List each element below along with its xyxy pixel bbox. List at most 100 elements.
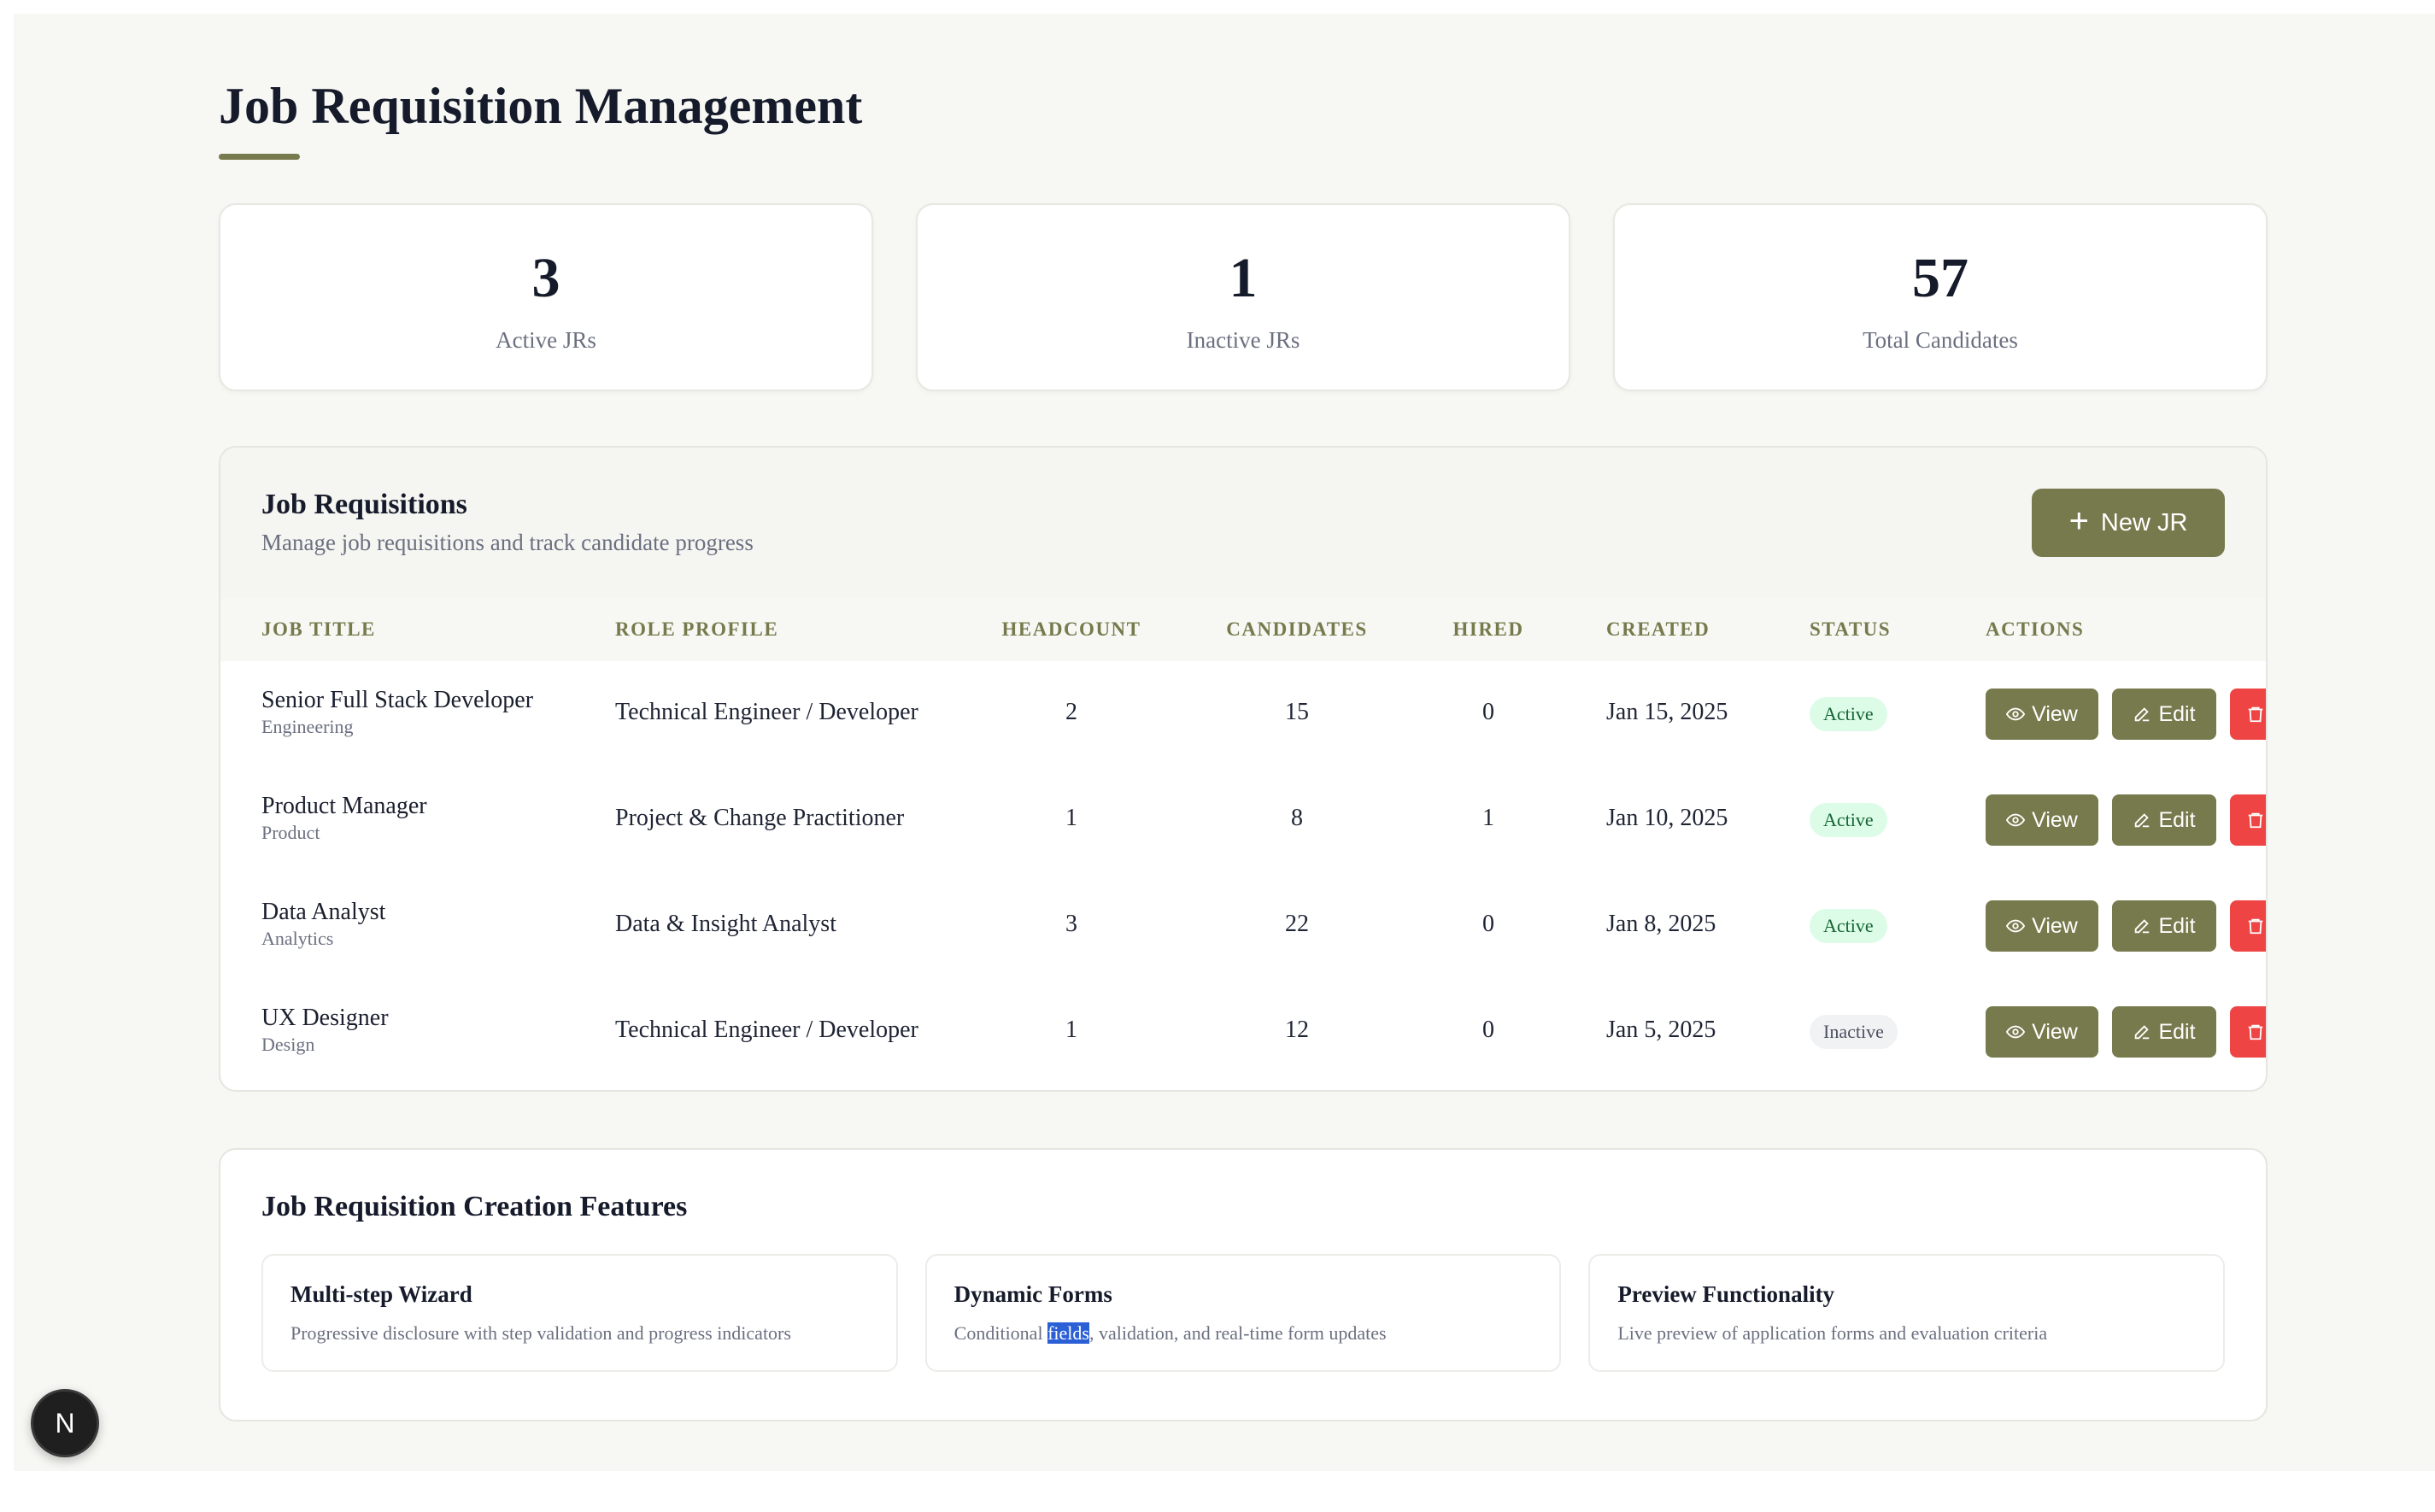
- pencil-icon: [2133, 917, 2151, 935]
- feature-description: Conditional fields, validation, and real…: [954, 1322, 1387, 1345]
- feature-name: Preview Functionality: [1617, 1281, 1835, 1307]
- edit-label: Edit: [2158, 807, 2196, 832]
- job-title-cell: Data Analyst Analytics: [261, 899, 385, 950]
- stat-card-candidates: 57 Total Candidates: [1613, 203, 2268, 391]
- pencil-icon: [2133, 1023, 2151, 1041]
- role-profile: Project & Change Practitioner: [615, 805, 905, 831]
- view-button[interactable]: View: [1986, 689, 2098, 740]
- column-header: STATUS: [1810, 618, 1892, 640]
- column-header: ACTIONS: [1986, 618, 2085, 640]
- delete-button[interactable]: [2230, 794, 2266, 846]
- candidates-count: 12: [1285, 1017, 1309, 1043]
- candidates-count: 8: [1291, 805, 1303, 831]
- role-profile: Data & Insight Analyst: [615, 911, 836, 937]
- view-label: View: [2032, 913, 2078, 938]
- view-button[interactable]: View: [1986, 1006, 2098, 1058]
- created-date: Jan 10, 2025: [1606, 805, 1728, 831]
- column-header: HIRED: [1452, 618, 1524, 640]
- view-label: View: [2032, 1019, 2078, 1044]
- delete-button[interactable]: [2230, 1006, 2266, 1058]
- edit-label: Edit: [2158, 701, 2196, 726]
- job-requisitions-panel: Job Requisitions Manage job requisitions…: [219, 446, 2268, 1092]
- eye-icon: [2006, 811, 2026, 829]
- candidates-count: 22: [1285, 911, 1309, 937]
- created-date: Jan 8, 2025: [1606, 911, 1716, 937]
- column-header: ROLE PROFILE: [615, 618, 779, 640]
- status-badge: Inactive: [1810, 1015, 1898, 1049]
- candidates-count: 15: [1285, 699, 1309, 725]
- job-title-cell: Product Manager Product: [261, 793, 427, 844]
- stat-label: Inactive JRs: [1186, 326, 1300, 353]
- eye-icon: [2006, 705, 2026, 724]
- job-department: Design: [261, 1034, 315, 1055]
- headcount: 1: [1065, 1017, 1077, 1043]
- job-department: Engineering: [261, 716, 354, 737]
- status-badge: Active: [1810, 909, 1887, 943]
- title-underline: [219, 154, 300, 160]
- trash-icon: [2246, 704, 2265, 724]
- feature-name: Multi-step Wizard: [290, 1281, 472, 1307]
- panel-title: Job Requisitions: [261, 489, 467, 520]
- new-jr-label: New JR: [2100, 508, 2188, 536]
- nextjs-logo-icon: N: [55, 1407, 75, 1439]
- job-title-cell: UX Designer Design: [261, 1005, 389, 1056]
- hired-count: 0: [1482, 911, 1494, 937]
- page-title: Job Requisition Management: [219, 78, 863, 134]
- feature-card: Multi-step Wizard Progressive disclosure…: [261, 1254, 898, 1372]
- job-title: Product Manager: [261, 793, 427, 819]
- stat-value: 1: [1229, 246, 1258, 309]
- table-row: Senior Full Stack Developer Engineering Te…: [220, 661, 2266, 767]
- role-profile: Technical Engineer / Developer: [615, 1017, 918, 1043]
- pencil-icon: [2133, 705, 2151, 724]
- feature-description: Live preview of application forms and ev…: [1617, 1322, 2048, 1344]
- pencil-icon: [2133, 811, 2151, 829]
- created-date: Jan 5, 2025: [1606, 1017, 1716, 1043]
- edit-button[interactable]: Edit: [2112, 900, 2216, 952]
- stat-card-inactive: 1 Inactive JRs: [916, 203, 1570, 391]
- new-jr-button[interactable]: + New JR: [2032, 489, 2225, 557]
- job-title: UX Designer: [261, 1005, 389, 1031]
- column-header: HEADCOUNT: [1001, 618, 1141, 640]
- stat-label: Active JRs: [496, 326, 596, 353]
- created-date: Jan 15, 2025: [1606, 699, 1728, 725]
- stat-label: Total Candidates: [1863, 326, 2018, 353]
- selected-text: fields: [1047, 1322, 1089, 1344]
- view-label: View: [2032, 701, 2078, 726]
- column-header: CANDIDATES: [1226, 618, 1368, 640]
- hired-count: 1: [1482, 805, 1494, 831]
- delete-button[interactable]: [2230, 689, 2266, 740]
- stat-value: 57: [1912, 246, 1969, 309]
- edit-button[interactable]: Edit: [2112, 1006, 2216, 1058]
- plus-icon: +: [2068, 502, 2089, 540]
- feature-description: Progressive disclosure with step validat…: [290, 1322, 791, 1344]
- edit-button[interactable]: Edit: [2112, 794, 2216, 846]
- role-profile: Technical Engineer / Developer: [615, 699, 918, 725]
- desc-after: , validation, and real-time form updates: [1088, 1322, 1387, 1344]
- table-header: JOB TITLE ROLE PROFILE HEADCOUNT CANDIDA…: [220, 598, 2266, 661]
- page-canvas: Job Requisition Management 3 Active JRs …: [14, 14, 2435, 1471]
- trash-icon: [2246, 810, 2265, 830]
- table-row: UX Designer Design Technical Engineer / De…: [220, 979, 2266, 1085]
- hired-count: 0: [1482, 1017, 1494, 1043]
- eye-icon: [2006, 917, 2026, 935]
- job-title: Senior Full Stack Developer: [261, 687, 534, 713]
- panel-subtitle: Manage job requisitions and track candid…: [261, 530, 754, 555]
- view-label: View: [2032, 807, 2078, 832]
- table-row: Data Analyst Analytics Data & Insight Anal…: [220, 873, 2266, 979]
- nextjs-dev-badge[interactable]: N: [31, 1389, 99, 1457]
- trash-icon: [2246, 1022, 2265, 1042]
- view-button[interactable]: View: [1986, 794, 2098, 846]
- desc-before: Conditional: [953, 1322, 1048, 1344]
- edit-label: Edit: [2158, 1019, 2196, 1044]
- stat-card-active: 3 Active JRs: [219, 203, 873, 391]
- job-department: Analytics: [261, 928, 334, 949]
- headcount: 3: [1065, 911, 1077, 937]
- features-list: Multi-step Wizard Progressive disclosure…: [261, 1254, 2226, 1372]
- delete-button[interactable]: [2230, 900, 2266, 952]
- feature-card: Dynamic Forms Conditional fields, valida…: [924, 1254, 1562, 1372]
- edit-button[interactable]: Edit: [2112, 689, 2216, 740]
- features-title: Job Requisition Creation Features: [261, 1191, 688, 1222]
- view-button[interactable]: View: [1986, 900, 2098, 952]
- stat-value: 3: [531, 246, 560, 309]
- status-badge: Active: [1810, 697, 1887, 731]
